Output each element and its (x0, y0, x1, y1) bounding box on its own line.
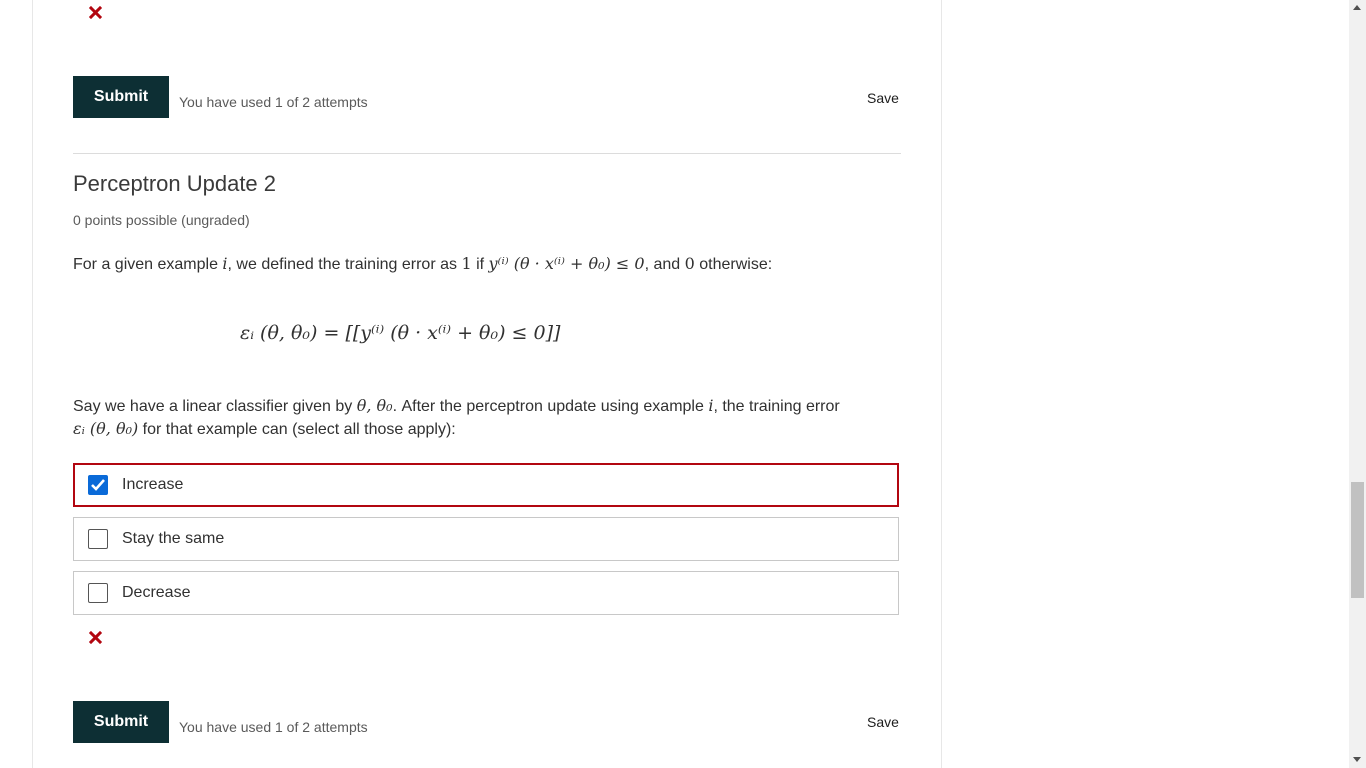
choice-label: Decrease (122, 584, 191, 601)
problem-title: Perceptron Update 2 (73, 171, 277, 196)
text-span: otherwise: (694, 256, 773, 273)
vertical-scrollbar[interactable] (1349, 0, 1366, 768)
checkbox-icon[interactable] (88, 529, 108, 549)
text-span: Say we have a linear classifier given by (73, 398, 357, 415)
checkbox-checked-icon[interactable] (88, 475, 108, 495)
save-button[interactable]: Save (867, 90, 899, 106)
math-span: y⁽ⁱ⁾ (θ · x⁽ⁱ⁾ + θ₀) ≤ 0 (488, 254, 645, 273)
choice-label: Stay the same (122, 530, 225, 547)
text-span: , and (644, 256, 685, 273)
text-span: . After the perceptron update using exam… (392, 398, 709, 415)
text-span: , the training error (713, 398, 840, 415)
incorrect-x-icon (89, 631, 103, 645)
scroll-down-arrow-icon[interactable] (1353, 757, 1361, 762)
math-span: εᵢ (θ, θ₀) (73, 419, 139, 438)
text-span: if (471, 256, 489, 273)
question-text: Say we have a linear classifier given by… (73, 395, 903, 441)
submit-button[interactable]: Submit (73, 701, 169, 743)
choice-stay-the-same[interactable]: Stay the same (73, 517, 899, 561)
choice-decrease[interactable]: Decrease (73, 571, 899, 615)
math-span: θ, θ₀ (356, 396, 393, 415)
section-divider (73, 153, 901, 154)
choice-increase[interactable]: Increase (73, 463, 899, 507)
checkbox-icon[interactable] (88, 583, 108, 603)
save-button[interactable]: Save (867, 714, 899, 730)
attempts-text: You have used 1 of 2 attempts (179, 719, 368, 735)
attempts-text: You have used 1 of 2 attempts (179, 94, 368, 110)
scrollbar-thumb[interactable] (1351, 482, 1364, 598)
problem-description: For a given example i, we defined the tr… (73, 254, 772, 274)
text-span: , we defined the training error as (227, 256, 462, 273)
scroll-up-arrow-icon[interactable] (1353, 5, 1361, 10)
points-possible: 0 points possible (ungraded) (73, 212, 250, 228)
math-span: 0 (684, 254, 695, 273)
math-span: 1 (461, 254, 472, 273)
submit-button[interactable]: Submit (73, 76, 169, 118)
text-span: For a given example (73, 256, 223, 273)
training-error-formula: εᵢ (θ, θ₀) = [[y⁽ⁱ⁾ (θ · x⁽ⁱ⁾ + θ₀) ≤ 0]… (240, 322, 561, 344)
incorrect-x-icon (89, 6, 103, 20)
choice-label: Increase (122, 476, 184, 493)
text-span: for that example can (select all those a… (138, 421, 456, 438)
